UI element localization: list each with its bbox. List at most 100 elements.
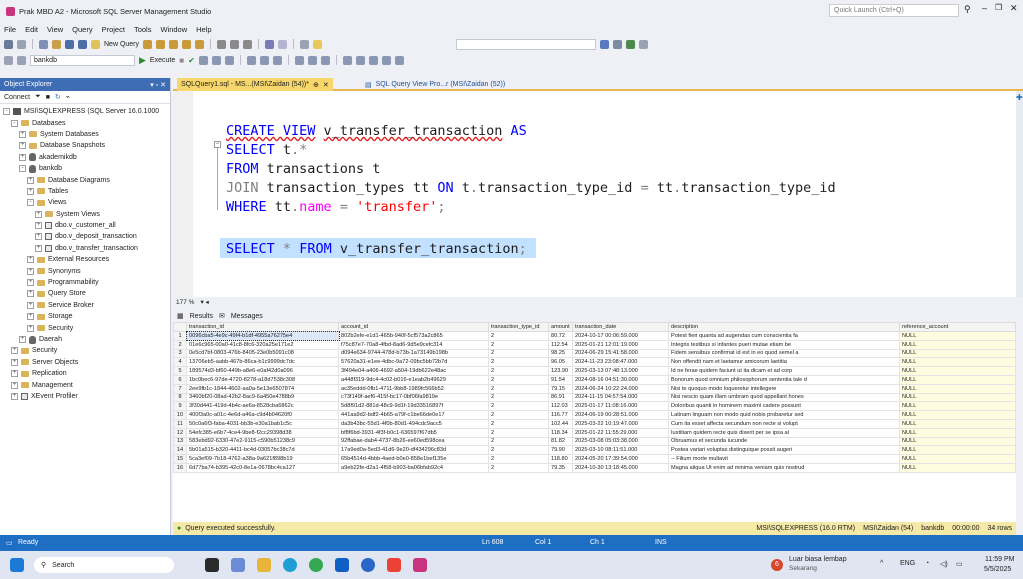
collapse-region-icon[interactable]: −: [214, 141, 221, 148]
table-cell[interactable]: Bonorum quod omnium philosophorum senten…: [668, 374, 900, 385]
edge-icon[interactable]: [283, 558, 297, 572]
menu-edit[interactable]: Edit: [25, 25, 38, 34]
query-designer-icon[interactable]: [211, 55, 221, 65]
tree-node[interactable]: + External Resources: [0, 254, 170, 265]
table-cell[interactable]: 3460bf20-08ad-42b2-8ac9-6a450e4788b9: [186, 392, 339, 403]
table-row[interactable]: 1 0096cba5-4e9c-49f4-b1df-4955a76275e4 802…: [173, 330, 1016, 342]
table-cell[interactable]: NULL: [899, 445, 1016, 456]
table-cell[interactable]: 79.35: [548, 462, 573, 473]
table-cell[interactable]: 2024-08-16 04:51:30.000: [572, 374, 669, 385]
row-number[interactable]: 7: [173, 383, 187, 394]
table-cell[interactable]: NULL: [899, 410, 1016, 420]
expand-icon[interactable]: +: [27, 313, 34, 321]
query-db-icon[interactable]: [143, 39, 153, 49]
table-cell[interactable]: 2025-03-22 10:19:47.000: [572, 418, 669, 429]
row-number[interactable]: 1: [173, 331, 187, 341]
menu-help[interactable]: Help: [196, 25, 211, 34]
clock-time[interactable]: 11:59 PM: [985, 556, 1014, 563]
menu-window[interactable]: Window: [160, 25, 187, 34]
tree-node[interactable]: + Security: [0, 322, 170, 333]
volume-icon[interactable]: ◁): [940, 560, 948, 568]
expand-icon[interactable]: +: [27, 324, 34, 332]
row-number[interactable]: 4: [173, 357, 187, 368]
table-cell[interactable]: 112.03: [548, 401, 573, 412]
table-cell[interactable]: -- Filium morte multavit: [668, 454, 900, 464]
tree-node[interactable]: + Server Objects: [0, 357, 170, 368]
close-tab-icon[interactable]: ✕: [323, 81, 329, 89]
outdent-icon[interactable]: [368, 55, 378, 65]
row-number[interactable]: 16: [173, 462, 187, 473]
expand-icon[interactable]: +: [11, 358, 18, 366]
tree-node[interactable]: - MSI\SQLEXPRESS (SQL Server 16.0.1000: [0, 106, 170, 117]
indent-icon[interactable]: [381, 55, 391, 65]
table-row[interactable]: 16 6d77ba74-b395-42c0-8e1a-0678bc4ca127 a9…: [173, 462, 1016, 473]
table-cell[interactable]: 54efc385-e6b7-4ce4-9be8-f2cc29398d38: [186, 427, 339, 438]
app-icon[interactable]: [387, 558, 401, 572]
collapse-icon[interactable]: -: [11, 119, 18, 127]
row-number[interactable]: 2: [173, 339, 187, 350]
table-cell[interactable]: 2025-01-17 11:08:16.000: [572, 401, 669, 412]
table-cell[interactable]: 583ebd92-6330-47e2-9115-c590b51238c9: [186, 436, 339, 447]
row-number[interactable]: 15: [173, 454, 187, 464]
collapse-icon[interactable]: -: [27, 199, 34, 207]
results-grid[interactable]: transaction_id account_id transaction_type…: [173, 322, 1016, 522]
tree-node[interactable]: + Programmability: [0, 277, 170, 288]
table-cell[interactable]: NULL: [899, 462, 1016, 473]
parse-icon[interactable]: ✔: [188, 56, 195, 65]
filter-icon[interactable]: ⏷: [35, 93, 41, 101]
vscode-icon[interactable]: [361, 558, 375, 572]
start-icon[interactable]: [10, 558, 24, 572]
table-cell[interactable]: f75c87e7-70a8-4fbd-8ad6-9d5e9cefc314: [338, 339, 489, 350]
table-cell[interactable]: Postea variari voluptas distinguique pos…: [668, 445, 900, 456]
column-header[interactable]: reference_account: [899, 322, 1016, 332]
table-cell[interactable]: 5d8f91d2-881d-48c9-9d1f-19d33516897f: [338, 401, 489, 412]
row-number[interactable]: 14: [173, 445, 187, 456]
table-cell[interactable]: 2: [488, 427, 549, 438]
query-mdx-icon[interactable]: [156, 39, 166, 49]
row-number[interactable]: 5: [173, 366, 187, 376]
table-cell[interactable]: 2024-10-30 13:18:45.000: [572, 462, 669, 473]
weather-title[interactable]: Luar biasa lembap: [789, 556, 847, 563]
expand-icon[interactable]: +: [11, 381, 18, 389]
table-cell[interactable]: 57620a31-e1ee-4dbc-9a72-09bc5bb72b7d: [338, 357, 489, 368]
table-cell[interactable]: 98.25: [548, 348, 573, 359]
table-cell[interactable]: NULL: [899, 348, 1016, 359]
row-number[interactable]: 9: [173, 401, 187, 412]
table-cell[interactable]: da3b43bc-55d1-4f0b-80d1-494cdc9acc5: [338, 418, 489, 429]
close-icon[interactable]: ✕: [1010, 3, 1018, 14]
table-row[interactable]: 15 5ca3ef09-7b18-4762-a38a-9a621f898b19 65…: [173, 454, 1016, 464]
table-cell[interactable]: 118.80: [548, 454, 573, 464]
table-cell[interactable]: 80.72: [548, 331, 573, 341]
solution-icon[interactable]: [313, 39, 323, 49]
table-cell[interactable]: 2025-03-13 07:48:13.000: [572, 366, 669, 376]
table-cell[interactable]: 2: [488, 331, 549, 341]
table-cell[interactable]: 102.44: [548, 418, 573, 429]
table-cell[interactable]: 2: [488, 348, 549, 359]
expand-icon[interactable]: +: [35, 233, 42, 241]
table-cell[interactable]: 2ee9fb1c-1844-4602-aa0a-5e13e6507874: [186, 383, 339, 394]
table-cell[interactable]: NULL: [899, 331, 1016, 341]
row-number[interactable]: 10: [173, 410, 187, 420]
table-cell[interactable]: 2025-03-10 08:11:51.000: [572, 445, 669, 456]
new-project-icon[interactable]: [39, 39, 48, 49]
table-cell[interactable]: Id ne ferae quidem faciunt ut ita dicam …: [668, 366, 900, 376]
table-cell[interactable]: 2024-06-29 15:41:58.000: [572, 348, 669, 359]
stop-icon[interactable]: ■: [179, 56, 184, 65]
tree-node[interactable]: + Storage: [0, 311, 170, 322]
taskbar-search[interactable]: ⚲ Search: [34, 557, 174, 573]
ssms-taskbar-icon[interactable]: [413, 558, 427, 572]
row-number[interactable]: 3: [173, 348, 187, 359]
table-cell[interactable]: 50c0a6f3-faba-4031-bb3b-e30a1bab1c5c: [186, 418, 339, 429]
table-cell[interactable]: Nisi nescio quam illam umbram quod appel…: [668, 392, 900, 403]
tree-node[interactable]: + Security: [0, 345, 170, 356]
tree-node[interactable]: - Views: [0, 197, 170, 208]
table-cell[interactable]: 2: [488, 357, 549, 368]
table-cell[interactable]: 116.77: [548, 410, 573, 420]
table-cell[interactable]: 2024-11-15 04:57:54.000: [572, 392, 669, 403]
column-header[interactable]: transaction_id: [186, 322, 339, 332]
table-row[interactable]: 12 54efc385-e6b7-4ce4-9be8-f2cc29398d38 bf…: [173, 427, 1016, 438]
back-icon[interactable]: [4, 39, 13, 49]
tab-query-view-pro[interactable]: ▤ SQL Query View Pro...r (MSI\Zaidan (52…: [361, 78, 509, 91]
tree-node[interactable]: + dbo.v_deposit_transaction: [0, 231, 170, 242]
table-cell[interactable]: Fidem sensibus confirmat id est in eo qu…: [668, 348, 900, 359]
